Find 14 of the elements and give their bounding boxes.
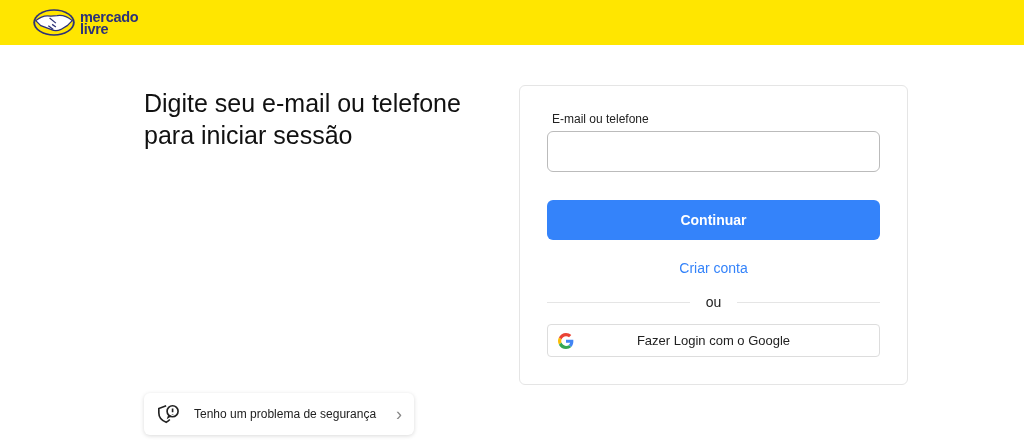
page-heading: Digite seu e-mail ou telefone para iniciar sessão (144, 88, 462, 151)
logo-wordmark: mercado livre (80, 10, 139, 35)
continue-button[interactable]: Continuar (547, 200, 880, 240)
field-label: E-mail ou telefone (552, 112, 650, 126)
chevron-icon: › (396, 403, 402, 425)
logo[interactable]: mercado livre (32, 8, 139, 37)
create-account-link[interactable]: Criar conta (679, 260, 748, 276)
divider-text: ou (705, 294, 722, 310)
google-icon (558, 332, 574, 349)
shield-alert-icon (156, 403, 180, 425)
google-login-button[interactable]: Fazer Login com o Google (547, 324, 880, 357)
email-input-field[interactable] (547, 131, 880, 172)
handshake-icon (32, 8, 76, 37)
security-problem-link[interactable]: Tenho um problema de segurança › (144, 393, 414, 435)
